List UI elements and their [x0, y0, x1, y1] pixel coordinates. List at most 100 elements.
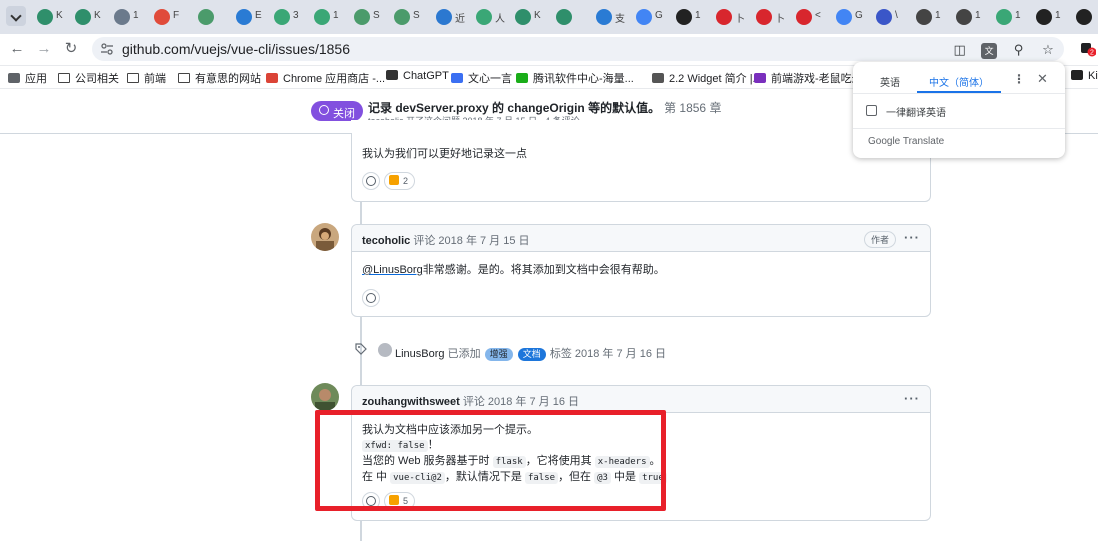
- browser-tab[interactable]: 1: [310, 7, 346, 27]
- avatar-zouhangwithsweet[interactable]: [311, 383, 339, 411]
- browser-tab[interactable]: S: [390, 7, 426, 27]
- bookmark-item[interactable]: 文心一言: [451, 70, 512, 86]
- always-translate-label[interactable]: 一律翻译英语: [886, 104, 946, 119]
- event-action: 已添加: [447, 348, 481, 360]
- tab-title: K: [534, 10, 541, 21]
- browser-tabstrip: K K 1 F E 3 1 S S 近 人 K 支 G 1 卜 卜 < G \ 1 1 1 1: [0, 0, 1098, 34]
- bookmark-label: 应用: [25, 73, 47, 85]
- tencent-icon: [516, 73, 528, 83]
- bookmark-label: 2.2 Widget 简介 |...: [669, 73, 762, 85]
- extension-badge-count: 2: [1090, 50, 1094, 57]
- tab-title: K: [94, 10, 101, 21]
- red-highlight-annotation: [315, 410, 666, 511]
- more-options-icon[interactable]: ···: [904, 391, 920, 406]
- browser-tab[interactable]: 1: [1032, 7, 1068, 27]
- google-translate-brand: Google Translate: [868, 136, 945, 147]
- always-translate-checkbox[interactable]: [866, 105, 877, 116]
- bookmark-item[interactable]: 2.2 Widget 简介 |...: [652, 70, 762, 86]
- game-icon: [754, 73, 766, 83]
- browser-tab[interactable]: K: [511, 7, 547, 27]
- forward-arrow-icon[interactable]: →: [35, 40, 53, 58]
- tab-title: 支: [615, 14, 625, 25]
- avatar-tecoholic[interactable]: [311, 223, 339, 251]
- folder-icon: [58, 73, 70, 83]
- bookmark-item[interactable]: 公司相关: [58, 70, 119, 86]
- comment-author[interactable]: tecoholic: [362, 235, 410, 247]
- browser-tab[interactable]: <: [792, 7, 828, 27]
- tab-search-button[interactable]: [6, 6, 26, 26]
- thumbs-up-reaction[interactable]: 2: [384, 172, 416, 190]
- bookmark-item[interactable]: 有意思的网站: [178, 70, 261, 86]
- browser-tab[interactable]: 1: [912, 7, 948, 27]
- browser-tab[interactable]: S: [350, 7, 386, 27]
- grid-icon: [556, 9, 572, 25]
- label-docs[interactable]: 文档: [517, 348, 546, 361]
- bookmark-item[interactable]: ChatGPT: [386, 70, 449, 82]
- bookmark-item[interactable]: 应用: [8, 70, 47, 86]
- browser-tab[interactable]: G: [632, 7, 668, 27]
- chrome-store-icon: [266, 73, 278, 83]
- bookmark-star-icon[interactable]: ☆: [1040, 42, 1056, 58]
- browser-tab[interactable]: 支: [592, 7, 628, 27]
- tab-title: 1: [695, 10, 701, 21]
- user-mention[interactable]: @LinusBorg: [362, 264, 423, 276]
- add-reaction-icon[interactable]: [362, 289, 380, 307]
- avatar-linusborg[interactable]: [378, 343, 392, 357]
- browser-tab[interactable]: [1072, 7, 1098, 27]
- bookmark-label: 腾讯软件中心-海量...: [533, 73, 634, 85]
- header-mask: [351, 120, 931, 133]
- browser-tab[interactable]: \: [872, 7, 908, 27]
- tab-target-language[interactable]: 中文（简体）: [929, 74, 989, 89]
- tab-title: S: [413, 10, 420, 21]
- add-reaction-icon[interactable]: [362, 172, 380, 190]
- comment-timestamp[interactable]: 评论 2018 年 7 月 15 日: [413, 235, 529, 247]
- more-options-icon[interactable]: ···: [904, 230, 920, 245]
- browser-tab[interactable]: K: [33, 7, 69, 27]
- url-text[interactable]: github.com/vuejs/vue-cli/issues/1856: [122, 41, 350, 57]
- comment-timestamp[interactable]: 评论 2018 年 7 月 16 日: [463, 396, 579, 408]
- browser-tab[interactable]: G: [832, 7, 868, 27]
- browser-tab[interactable]: [194, 7, 230, 27]
- browser-tab[interactable]: 1: [952, 7, 988, 27]
- close-icon[interactable]: ✕: [1037, 71, 1048, 87]
- divider: [853, 128, 1065, 129]
- bookmark-item[interactable]: Chrome 应用商店 -...: [266, 70, 385, 86]
- label-enhancement[interactable]: 增强: [484, 348, 513, 361]
- browser-tab[interactable]: E: [232, 7, 268, 27]
- bookmark-item[interactable]: 前端: [127, 70, 166, 86]
- event-user[interactable]: LinusBorg: [395, 348, 445, 360]
- browser-tab[interactable]: [552, 7, 588, 27]
- bookmark-item[interactable]: 腾讯软件中心-海量...: [516, 70, 634, 86]
- flag-icon: [154, 9, 170, 25]
- browser-tab[interactable]: 人: [472, 7, 508, 27]
- comment-author[interactable]: zouhangwithsweet: [362, 396, 460, 408]
- extension-icon[interactable]: 2: [1080, 41, 1096, 57]
- browser-tab[interactable]: 1: [672, 7, 708, 27]
- tab-title: 人: [495, 14, 505, 25]
- zoom-icon[interactable]: ⚲: [1011, 42, 1027, 58]
- tab-title: 1: [1015, 10, 1021, 21]
- more-vert-icon[interactable]: ⋮: [1013, 72, 1025, 86]
- site-info-icon[interactable]: [100, 42, 114, 56]
- browser-tab[interactable]: 1: [992, 7, 1028, 27]
- browser-tab[interactable]: K: [71, 7, 107, 27]
- browser-tab[interactable]: 卜: [712, 7, 748, 27]
- folder-icon: [127, 73, 139, 83]
- globe-icon: [956, 9, 972, 25]
- browser-tab[interactable]: 3: [270, 7, 306, 27]
- comment-header: tecoholic 评论 2018 年 7 月 15 日 作者 ···: [352, 225, 930, 252]
- back-arrow-icon[interactable]: ←: [8, 40, 26, 58]
- browser-tab[interactable]: 1: [110, 7, 146, 27]
- browser-tab[interactable]: F: [150, 7, 186, 27]
- address-bar[interactable]: github.com/vuejs/vue-cli/issues/1856 ◫ 文…: [92, 37, 1064, 61]
- tab-source-language[interactable]: 英语: [880, 74, 900, 89]
- browser-tab[interactable]: 近: [432, 7, 468, 27]
- widget-icon: [652, 73, 664, 83]
- reload-icon[interactable]: ↻: [62, 40, 80, 58]
- install-app-icon[interactable]: ◫: [952, 42, 968, 58]
- browser-tab[interactable]: 卜: [752, 7, 788, 27]
- translate-icon[interactable]: 文: [981, 43, 998, 59]
- vue-icon: [476, 9, 492, 25]
- bookmark-item[interactable]: Kimi.a: [1071, 70, 1098, 82]
- bookmark-item[interactable]: 前端游戏-老鼠吃米: [754, 70, 863, 86]
